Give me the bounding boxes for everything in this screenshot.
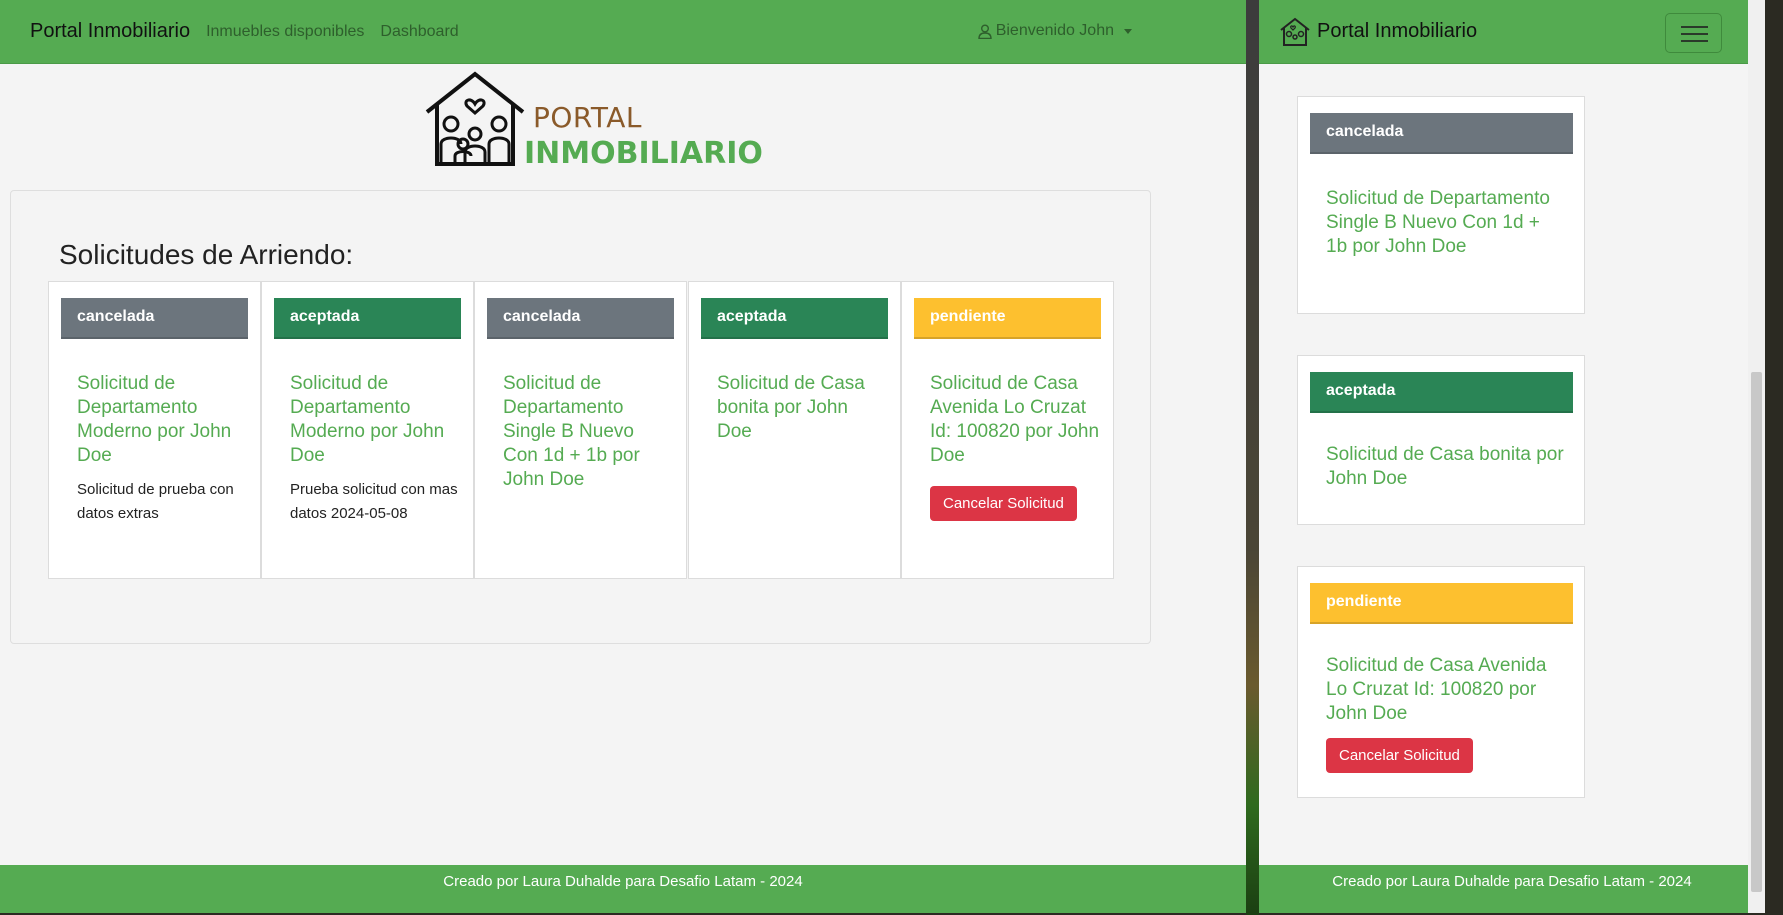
navbar: Portal Inmobiliario Inmuebles disponible… <box>0 0 1246 64</box>
user-menu-label: Bienvenido John <box>995 22 1114 39</box>
portal-logo: PORTAL INMOBILIARIO <box>423 68 763 171</box>
status-badge: cancelada <box>61 298 248 339</box>
request-card: aceptada Solicitud de Casa bonita por Jo… <box>1297 355 1585 525</box>
scrollbar-thumb[interactable] <box>1751 372 1762 892</box>
hamburger-icon-line <box>1681 40 1708 42</box>
requests-panel: Solicitudes de Arriendo: cancelada Solic… <box>10 190 1151 644</box>
status-badge: aceptada <box>1310 372 1573 413</box>
footer-text: Creado por Laura Duhalde para Desafio La… <box>1332 873 1692 890</box>
navbar-brand[interactable]: Portal Inmobiliario <box>1317 20 1477 43</box>
request-card: pendiente Solicitud de Casa Avenida Lo C… <box>1297 566 1585 798</box>
scrollbar[interactable] <box>1748 0 1765 913</box>
request-card: cancelada Solicitud de Departamento Sing… <box>1297 96 1585 314</box>
house-family-icon <box>425 71 525 166</box>
user-menu-dropdown[interactable]: Bienvenido John <box>977 22 1132 40</box>
request-title[interactable]: Solicitud de Casa bonita por John Doe <box>1326 443 1566 491</box>
footer: Creado por Laura Duhalde para Desafio La… <box>0 865 1246 913</box>
window-divider <box>1246 0 1259 915</box>
status-badge: aceptada <box>274 298 461 339</box>
request-title[interactable]: Solicitud de Departamento Single B Nuevo… <box>1326 187 1566 259</box>
navbar-brand[interactable]: Portal Inmobiliario <box>30 20 190 43</box>
nav-link-inmuebles[interactable]: Inmuebles disponibles <box>206 23 364 41</box>
cancel-request-button[interactable]: Cancelar Solicitud <box>930 486 1077 521</box>
logo-text-inmobiliario: INMOBILIARIO <box>524 136 763 171</box>
status-badge: cancelada <box>1310 113 1573 154</box>
footer: Creado por Laura Duhalde para Desafio La… <box>1259 865 1765 913</box>
navbar: Portal Inmobiliario <box>1259 0 1765 64</box>
request-description: Solicitud de prueba con datos extras <box>77 481 234 522</box>
cancel-request-button[interactable]: Cancelar Solicitud <box>1326 738 1473 773</box>
hamburger-icon-line <box>1681 33 1708 35</box>
request-title[interactable]: Solicitud de Casa Avenida Lo Cruzat Id: … <box>1326 654 1566 773</box>
request-title[interactable]: Solicitud de Casa bonita por John Doe <box>717 372 887 444</box>
request-title[interactable]: Solicitud de Departamento Moderno por Jo… <box>77 372 247 526</box>
footer-text: Creado por Laura Duhalde para Desafio La… <box>443 873 803 890</box>
request-card: aceptada Solicitud de Departamento Moder… <box>261 281 474 579</box>
mobile-view-window: Portal Inmobiliario cancelada Solicitud … <box>1259 0 1765 913</box>
status-badge: pendiente <box>1310 583 1573 624</box>
user-icon <box>977 24 992 39</box>
menu-toggle-button[interactable] <box>1665 13 1722 53</box>
logo-text-portal: PORTAL <box>533 101 643 134</box>
request-card: cancelada Solicitud de Departamento Mode… <box>48 281 261 579</box>
request-title[interactable]: Solicitud de Casa Avenida Lo Cruzat Id: … <box>930 372 1100 521</box>
status-badge: pendiente <box>914 298 1101 339</box>
request-title[interactable]: Solicitud de Departamento Single B Nuevo… <box>503 372 673 492</box>
request-card: pendiente Solicitud de Casa Avenida Lo C… <box>901 281 1114 579</box>
page-title: Solicitudes de Arriendo: <box>59 239 354 270</box>
chevron-down-icon <box>1124 28 1132 34</box>
request-title[interactable]: Solicitud de Departamento Moderno por Jo… <box>290 372 460 526</box>
desktop-view-window: Portal Inmobiliario Inmuebles disponible… <box>0 0 1246 913</box>
request-description: Prueba solicitud con mas datos 2024-05-0… <box>290 481 458 522</box>
request-card: aceptada Solicitud de Casa bonita por Jo… <box>688 281 901 579</box>
status-badge: aceptada <box>701 298 888 339</box>
nav-link-dashboard[interactable]: Dashboard <box>380 23 458 41</box>
status-badge: cancelada <box>487 298 674 339</box>
request-card: cancelada Solicitud de Departamento Sing… <box>474 281 687 579</box>
house-logo-icon <box>1280 17 1310 46</box>
hamburger-icon <box>1681 26 1708 28</box>
